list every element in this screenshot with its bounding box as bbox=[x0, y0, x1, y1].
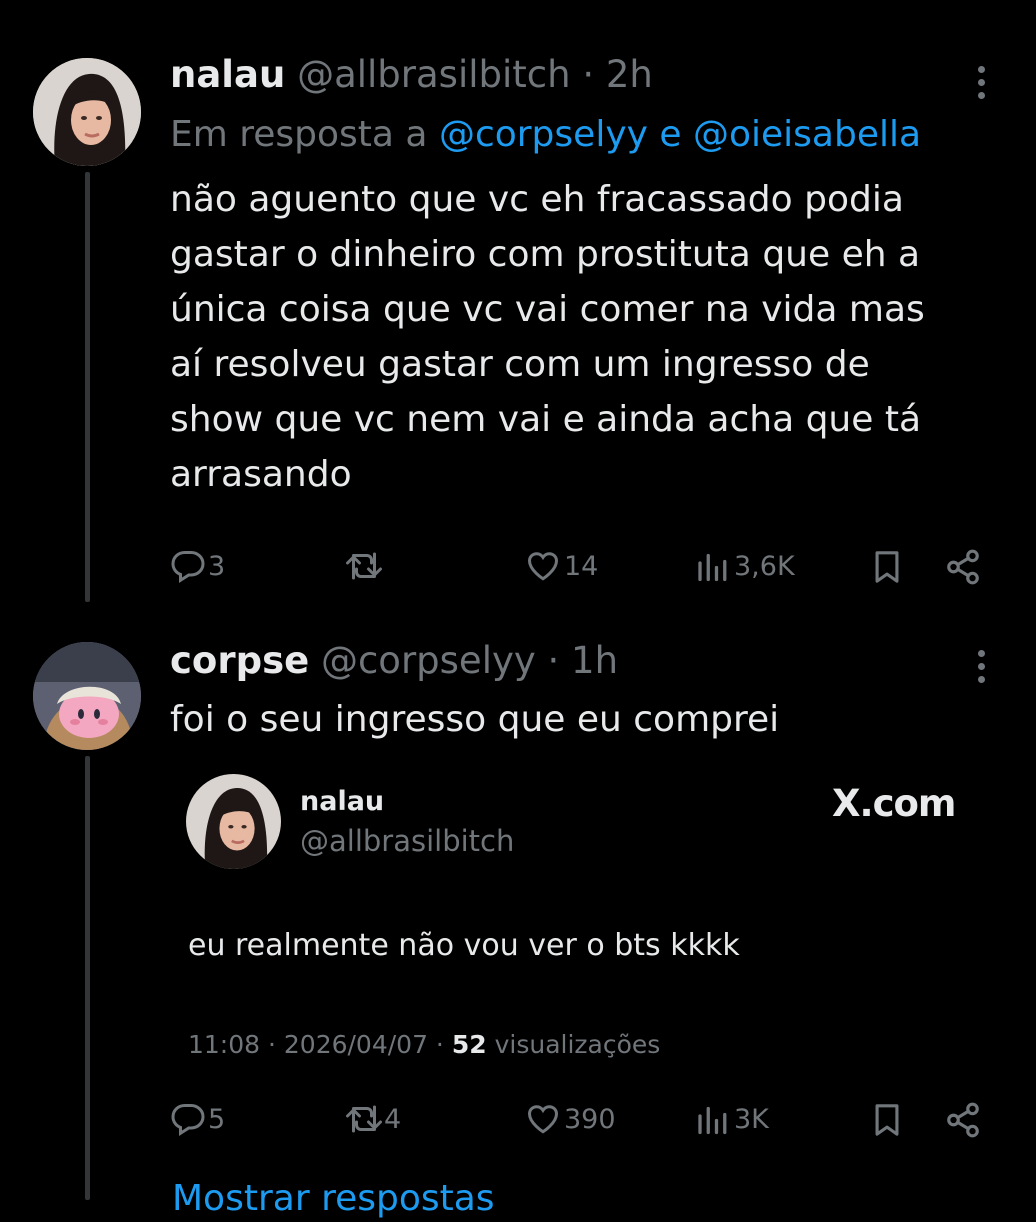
heart-icon bbox=[527, 552, 559, 581]
timestamp[interactable]: · 2h bbox=[582, 53, 653, 96]
tweet-text: não aguento que vc eh fracassado podia g… bbox=[170, 172, 925, 502]
reply-context: Em resposta a @corpselyy e @oieisabella bbox=[170, 112, 921, 158]
embed-text: eu realmente não vou ver o bts kkkk bbox=[188, 928, 740, 963]
reply-mention-2[interactable]: @oieisabella bbox=[693, 114, 921, 155]
handle[interactable]: @corpselyy bbox=[321, 639, 536, 682]
views-icon bbox=[698, 1106, 727, 1135]
embed-avatar bbox=[186, 774, 281, 869]
reply-prefix: Em resposta a bbox=[170, 114, 428, 155]
avatar-nalau[interactable] bbox=[33, 58, 141, 166]
tweet-text-line: aí resolveu gastar com um ingresso de bbox=[170, 344, 870, 385]
reply-mention-1[interactable]: @corpselyy bbox=[439, 114, 648, 155]
share-icon bbox=[947, 1102, 979, 1138]
thread-line bbox=[85, 756, 90, 1200]
repost-icon bbox=[346, 552, 382, 580]
tweet-text-line: gastar o dinheiro com prostituta que eh … bbox=[170, 234, 921, 275]
views-count: 3K bbox=[734, 1103, 769, 1135]
views-icon bbox=[698, 553, 727, 582]
share-button[interactable] bbox=[944, 1101, 982, 1139]
tweet-text-line: não aguento que vc eh fracassado podia bbox=[170, 179, 904, 220]
tweet-text-line: única coisa que vc vai comer na vida mas bbox=[170, 289, 925, 330]
repost-button[interactable]: 4 bbox=[344, 1101, 401, 1137]
views-button[interactable]: 3,6K bbox=[694, 548, 795, 584]
views-button[interactable]: 3K bbox=[694, 1101, 769, 1137]
avatar-corpse[interactable] bbox=[33, 642, 141, 750]
tweet-text-line: show que vc nem vai e ainda acha que tá bbox=[170, 399, 922, 440]
tweet-text-line: arrasando bbox=[170, 454, 352, 495]
x-logo: X.com bbox=[832, 782, 956, 825]
more-options-icon[interactable] bbox=[978, 66, 985, 105]
like-button[interactable]: 390 bbox=[524, 1101, 616, 1137]
bookmark-button[interactable] bbox=[870, 1101, 904, 1139]
repost-count: 4 bbox=[384, 1103, 402, 1135]
reply-button[interactable]: 5 bbox=[170, 1101, 225, 1137]
timestamp[interactable]: · 1h bbox=[548, 639, 619, 682]
bookmark-icon bbox=[875, 551, 899, 583]
share-button[interactable] bbox=[944, 548, 982, 586]
reply-count: 3 bbox=[208, 550, 226, 582]
views-count: 3,6K bbox=[734, 550, 795, 582]
like-count: 14 bbox=[564, 550, 599, 582]
reply-icon bbox=[171, 1104, 205, 1136]
show-replies-link[interactable]: Mostrar respostas bbox=[172, 1176, 495, 1222]
embed-timestamp: 11:08 · 2026/04/07 · bbox=[188, 1030, 444, 1059]
reply-button[interactable]: 3 bbox=[170, 548, 225, 584]
embed-display-name: nalau bbox=[300, 786, 385, 817]
display-name[interactable]: nalau bbox=[170, 53, 285, 96]
repost-button[interactable] bbox=[344, 548, 384, 584]
display-name[interactable]: corpse bbox=[170, 639, 309, 682]
bookmark-icon bbox=[875, 1104, 899, 1136]
like-count: 390 bbox=[564, 1103, 616, 1135]
reply-count: 5 bbox=[208, 1103, 226, 1135]
tweet-text: foi o seu ingresso que eu comprei bbox=[170, 699, 780, 740]
reply-icon bbox=[171, 551, 205, 583]
embed-views-count: 52 bbox=[451, 1030, 487, 1059]
handle[interactable]: @allbrasilbitch bbox=[297, 53, 571, 96]
embed-meta: 11:08 · 2026/04/07 · 52 visualizações bbox=[188, 1030, 660, 1059]
share-icon bbox=[947, 549, 979, 585]
like-button[interactable]: 14 bbox=[524, 548, 598, 584]
more-options-icon[interactable] bbox=[978, 650, 985, 689]
heart-icon bbox=[527, 1105, 559, 1134]
thread-line bbox=[85, 172, 90, 602]
tweet-header: nalau @allbrasilbitch · 2h bbox=[170, 52, 653, 98]
tweet-header: corpse @corpselyy · 1h bbox=[170, 638, 618, 684]
embed-handle: @allbrasilbitch bbox=[300, 824, 515, 858]
embed-views-label: visualizações bbox=[494, 1030, 661, 1059]
bookmark-button[interactable] bbox=[870, 548, 904, 586]
repost-icon bbox=[346, 1105, 382, 1133]
reply-joiner: e bbox=[659, 114, 682, 155]
